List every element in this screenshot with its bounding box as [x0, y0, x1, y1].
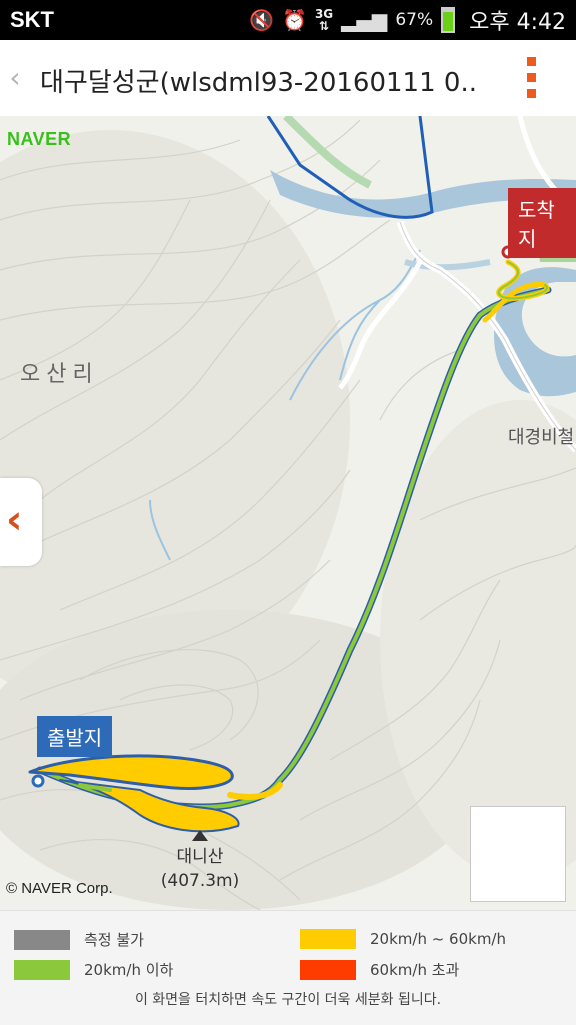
legend-swatch-green [14, 959, 70, 980]
terrain [0, 130, 576, 910]
legend-item-under-20: 20km/h 이하 [14, 959, 173, 980]
legend-hint: 이 화면을 터치하면 속도 구간이 더욱 세분화 됩니다. [134, 992, 442, 1008]
legend-swatch-gray [14, 929, 70, 950]
legend-item-20-60: 20km/h ~ 60km/h [300, 929, 506, 949]
end-marker-label[interactable]: 도착지 [508, 188, 576, 258]
legend-label: 60km/h 초과 [370, 961, 460, 979]
status-bar: SKT 🔇 ⏰ 3G ⇅ ▂▄▆ 67% 오후 4:42 [0, 0, 576, 40]
place-label-daegyeong: 대경비철 [508, 427, 575, 448]
status-icons: 🔇 ⏰ 3G ⇅ ▂▄▆ 67% 오후 4:42 [249, 4, 566, 36]
legend-label: 20km/h ~ 60km/h [370, 930, 506, 948]
legend-label: 20km/h 이하 [84, 961, 174, 979]
start-marker-label[interactable]: 출발지 [37, 716, 113, 757]
network-3g-icon: 3G ⇅ [314, 7, 334, 33]
start-pin[interactable] [31, 774, 45, 788]
legend-item-unmeasurable: 측정 불가 [14, 929, 144, 950]
mountain-elevation: (407.3m) [160, 871, 240, 891]
legend-label: 측정 불가 [84, 931, 144, 949]
battery-percent: 67% [395, 10, 434, 30]
naver-logo: NAVER [7, 129, 72, 149]
app-header: ‹ 대구달성군(wlsdml93-20160111 0... [0, 40, 576, 117]
overflow-menu-button[interactable] [520, 54, 544, 102]
alarm-icon: ⏰ [282, 8, 307, 32]
speed-legend[interactable]: 측정 불가 20km/h ~ 60km/h 20km/h 이하 60km/h 초… [0, 910, 576, 1025]
mountain-peak-icon [192, 830, 208, 841]
map-canvas [0, 116, 576, 910]
mountain-label: 대니산 (407.3m) [150, 830, 250, 893]
mute-icon: 🔇 [249, 8, 275, 32]
legend-item-over-60: 60km/h 초과 [300, 959, 459, 980]
signal-icon: ▂▄▆ [341, 8, 388, 32]
clock: 오후 4:42 [469, 10, 566, 35]
place-label-osan-ri: 오산리 [20, 362, 99, 387]
mountain-name: 대니산 [176, 847, 224, 867]
layer-button[interactable] [470, 806, 566, 902]
legend-swatch-red [300, 959, 356, 980]
legend-swatch-yellow [300, 929, 356, 949]
side-panel-toggle-button[interactable]: ‹ [0, 478, 42, 566]
back-button[interactable]: ‹ [4, 58, 26, 98]
page-title: 대구달성군(wlsdml93-20160111 0... [40, 68, 478, 98]
battery-icon [441, 7, 456, 33]
map-view[interactable]: NAVER 오산리 대경비철 도착지 출발지 대니산 (407.3m) ‹ © … [0, 116, 576, 910]
map-copyright: © NAVER Corp. [6, 880, 113, 897]
carrier-label: SKT [10, 7, 54, 32]
chevron-left-icon: ‹ [6, 497, 23, 543]
